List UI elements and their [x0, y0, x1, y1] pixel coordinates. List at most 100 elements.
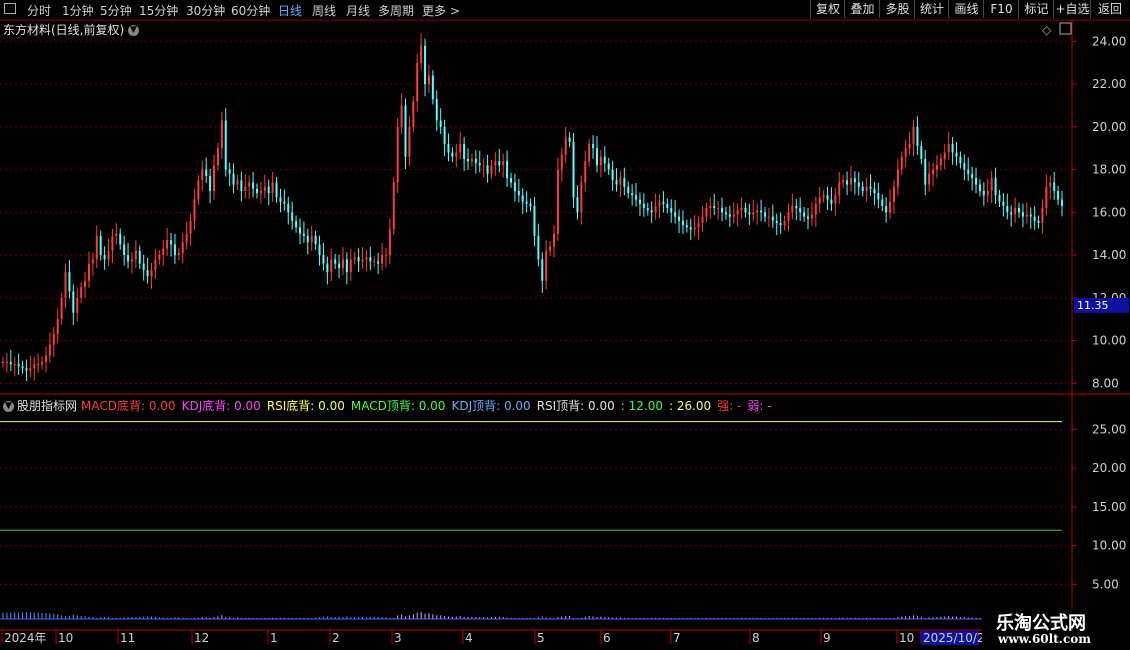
y-tick-label: 20.00 [1092, 120, 1126, 134]
candle-body [932, 169, 935, 174]
period-tab[interactable]: 1分钟 [62, 2, 94, 19]
indicator-value: MACD顶背: 0.00 [350, 399, 446, 413]
candle-body [787, 212, 790, 221]
candle-body [216, 148, 219, 166]
toolbar-button[interactable]: 返回 [1090, 0, 1129, 18]
toolbar-button[interactable]: 画线 [948, 0, 984, 18]
stock-title[interactable]: 东方材料(日线,前复权) ▼ [3, 21, 140, 38]
period-tab[interactable]: 5分钟 [100, 2, 132, 19]
toolbar-button[interactable]: 标记 [1018, 0, 1054, 18]
toolbar-button[interactable]: 统计 [914, 0, 949, 18]
period-tab[interactable]: 30分钟 [186, 2, 225, 19]
period-tab[interactable]: 15分钟 [139, 2, 178, 19]
candle-body [638, 199, 641, 204]
candle-body [748, 212, 751, 215]
diamond-icon: ◇ [1042, 23, 1052, 37]
candle-body [173, 244, 176, 256]
toolbar-button[interactable]: 多股 [879, 0, 915, 18]
candle-body [595, 148, 598, 166]
candle-body [756, 210, 759, 213]
candle-body [459, 143, 462, 153]
candle-body [642, 203, 645, 209]
candle-body [220, 120, 223, 149]
candle-body [771, 216, 774, 221]
chevron-down-icon[interactable]: ▼ [128, 25, 140, 36]
candle-body [1010, 212, 1013, 215]
candle-body [166, 240, 169, 249]
candle-body [326, 263, 329, 273]
candle-body [869, 186, 872, 189]
candle-body [783, 220, 786, 226]
candle-body [896, 169, 899, 187]
candle-body [697, 223, 700, 228]
candle-body [384, 255, 387, 257]
y-tick-label: 20.00 [1092, 461, 1126, 475]
candle-body [728, 214, 731, 217]
candle-body [662, 201, 665, 204]
candle-body [295, 220, 298, 228]
candle-body [889, 201, 892, 213]
candle-body [279, 197, 282, 202]
x-tick-label: 12 [194, 631, 209, 645]
candle-body [635, 195, 638, 200]
candle-body [568, 137, 571, 142]
x-tick-label: 2024年 [4, 631, 47, 645]
candle-body [232, 173, 235, 185]
candle-body [1025, 214, 1028, 217]
candle-body [427, 75, 430, 85]
candle-body [123, 244, 126, 256]
x-tick-label: 2 [332, 631, 340, 645]
toolbar-button[interactable]: +自选 [1053, 0, 1091, 18]
toolbar-button[interactable]: 叠加 [844, 0, 880, 18]
candle-body [603, 156, 606, 164]
period-tab[interactable]: 分时 [27, 2, 51, 19]
candle-body [705, 208, 708, 217]
y-tick-label: 22.00 [1092, 77, 1126, 91]
candle-body [13, 364, 16, 366]
candle-body [170, 240, 173, 245]
candle-body [615, 180, 618, 185]
candle-body [607, 163, 610, 170]
candle-body [494, 161, 497, 166]
chart-canvas[interactable]: 24.0022.0020.0018.0016.0014.0012.0010.00… [0, 0, 1130, 650]
candle-body [29, 368, 32, 371]
candle-body [1021, 212, 1024, 217]
candle-body [490, 165, 493, 174]
candle-body [920, 146, 923, 159]
candle-body [298, 227, 301, 234]
candle-body [306, 235, 309, 243]
x-tick-label: 8 [752, 631, 760, 645]
candle-body [709, 205, 712, 209]
candle-body [37, 364, 40, 366]
candle-body [400, 105, 403, 127]
candle-body [275, 182, 278, 198]
candle-body [291, 212, 294, 221]
candle-body [533, 205, 536, 236]
period-tab[interactable]: 更多 > [422, 2, 460, 19]
candle-body [502, 161, 505, 166]
candle-body [947, 143, 950, 153]
candle-body [842, 180, 845, 183]
y-tick-label: 5.00 [1092, 577, 1119, 591]
candle-body [107, 250, 110, 260]
candle-body [584, 161, 587, 183]
period-tab[interactable]: 日线 [278, 2, 302, 19]
candle-body [197, 180, 200, 200]
candle-body [861, 186, 864, 191]
period-tab[interactable]: 多周期 [378, 2, 414, 19]
candle-body [314, 235, 317, 245]
candle-body [873, 188, 876, 194]
period-tab[interactable]: 月线 [346, 2, 370, 19]
candle-body [556, 169, 559, 234]
sidebar-toggle-icon[interactable] [4, 3, 16, 14]
chevron-down-icon[interactable]: ▼ [3, 401, 14, 412]
candle-body [846, 180, 849, 185]
period-tab[interactable]: 60分钟 [231, 2, 270, 19]
candle-body [967, 169, 970, 174]
toolbar-button[interactable]: F10 [983, 0, 1019, 18]
period-tab[interactable]: 周线 [312, 2, 336, 19]
indicator-name[interactable]: 股朋指标网 [17, 399, 77, 413]
candle-body [592, 143, 595, 149]
toolbar-button[interactable]: 复权 [810, 0, 845, 18]
candle-body [732, 214, 735, 217]
